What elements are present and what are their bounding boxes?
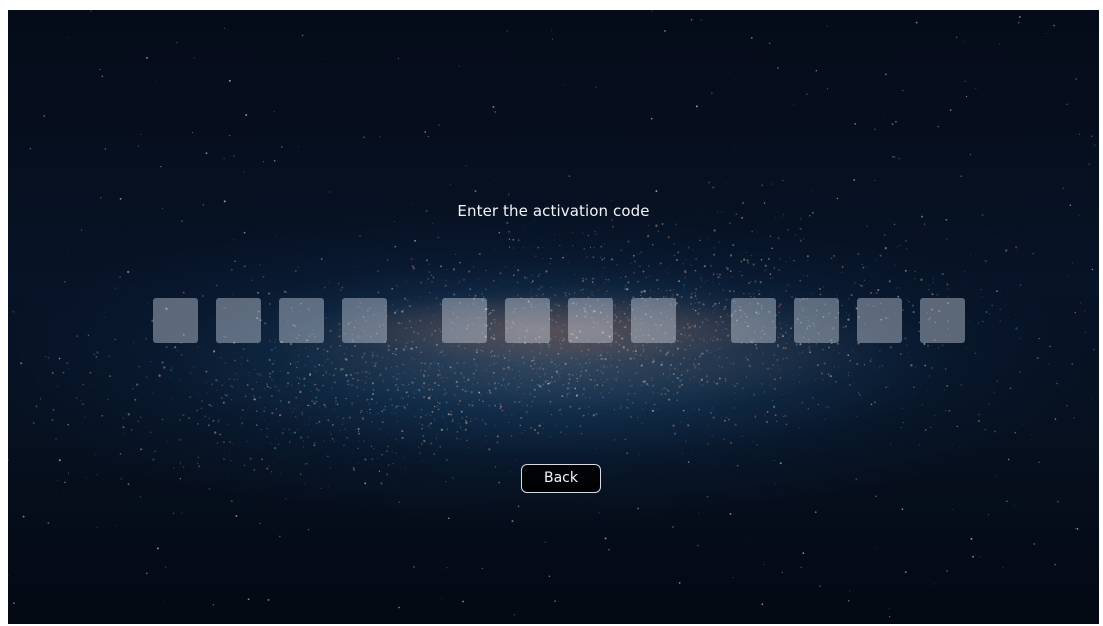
code-group-1	[153, 298, 387, 343]
activation-code-input	[153, 298, 965, 343]
code-cell-5[interactable]	[442, 298, 487, 343]
code-cell-4[interactable]	[342, 298, 387, 343]
activation-prompt: Enter the activation code	[457, 202, 650, 220]
code-cell-3[interactable]	[279, 298, 324, 343]
code-cell-9[interactable]	[731, 298, 776, 343]
code-cell-7[interactable]	[568, 298, 613, 343]
code-cell-1[interactable]	[153, 298, 198, 343]
code-cell-11[interactable]	[857, 298, 902, 343]
code-group-3	[731, 298, 965, 343]
code-cell-12[interactable]	[920, 298, 965, 343]
code-cell-2[interactable]	[216, 298, 261, 343]
code-group-2	[442, 298, 676, 343]
code-cell-10[interactable]	[794, 298, 839, 343]
code-cell-8[interactable]	[631, 298, 676, 343]
activation-screen: Enter the activation code Back	[8, 10, 1099, 624]
back-button[interactable]: Back	[521, 464, 601, 493]
code-cell-6[interactable]	[505, 298, 550, 343]
